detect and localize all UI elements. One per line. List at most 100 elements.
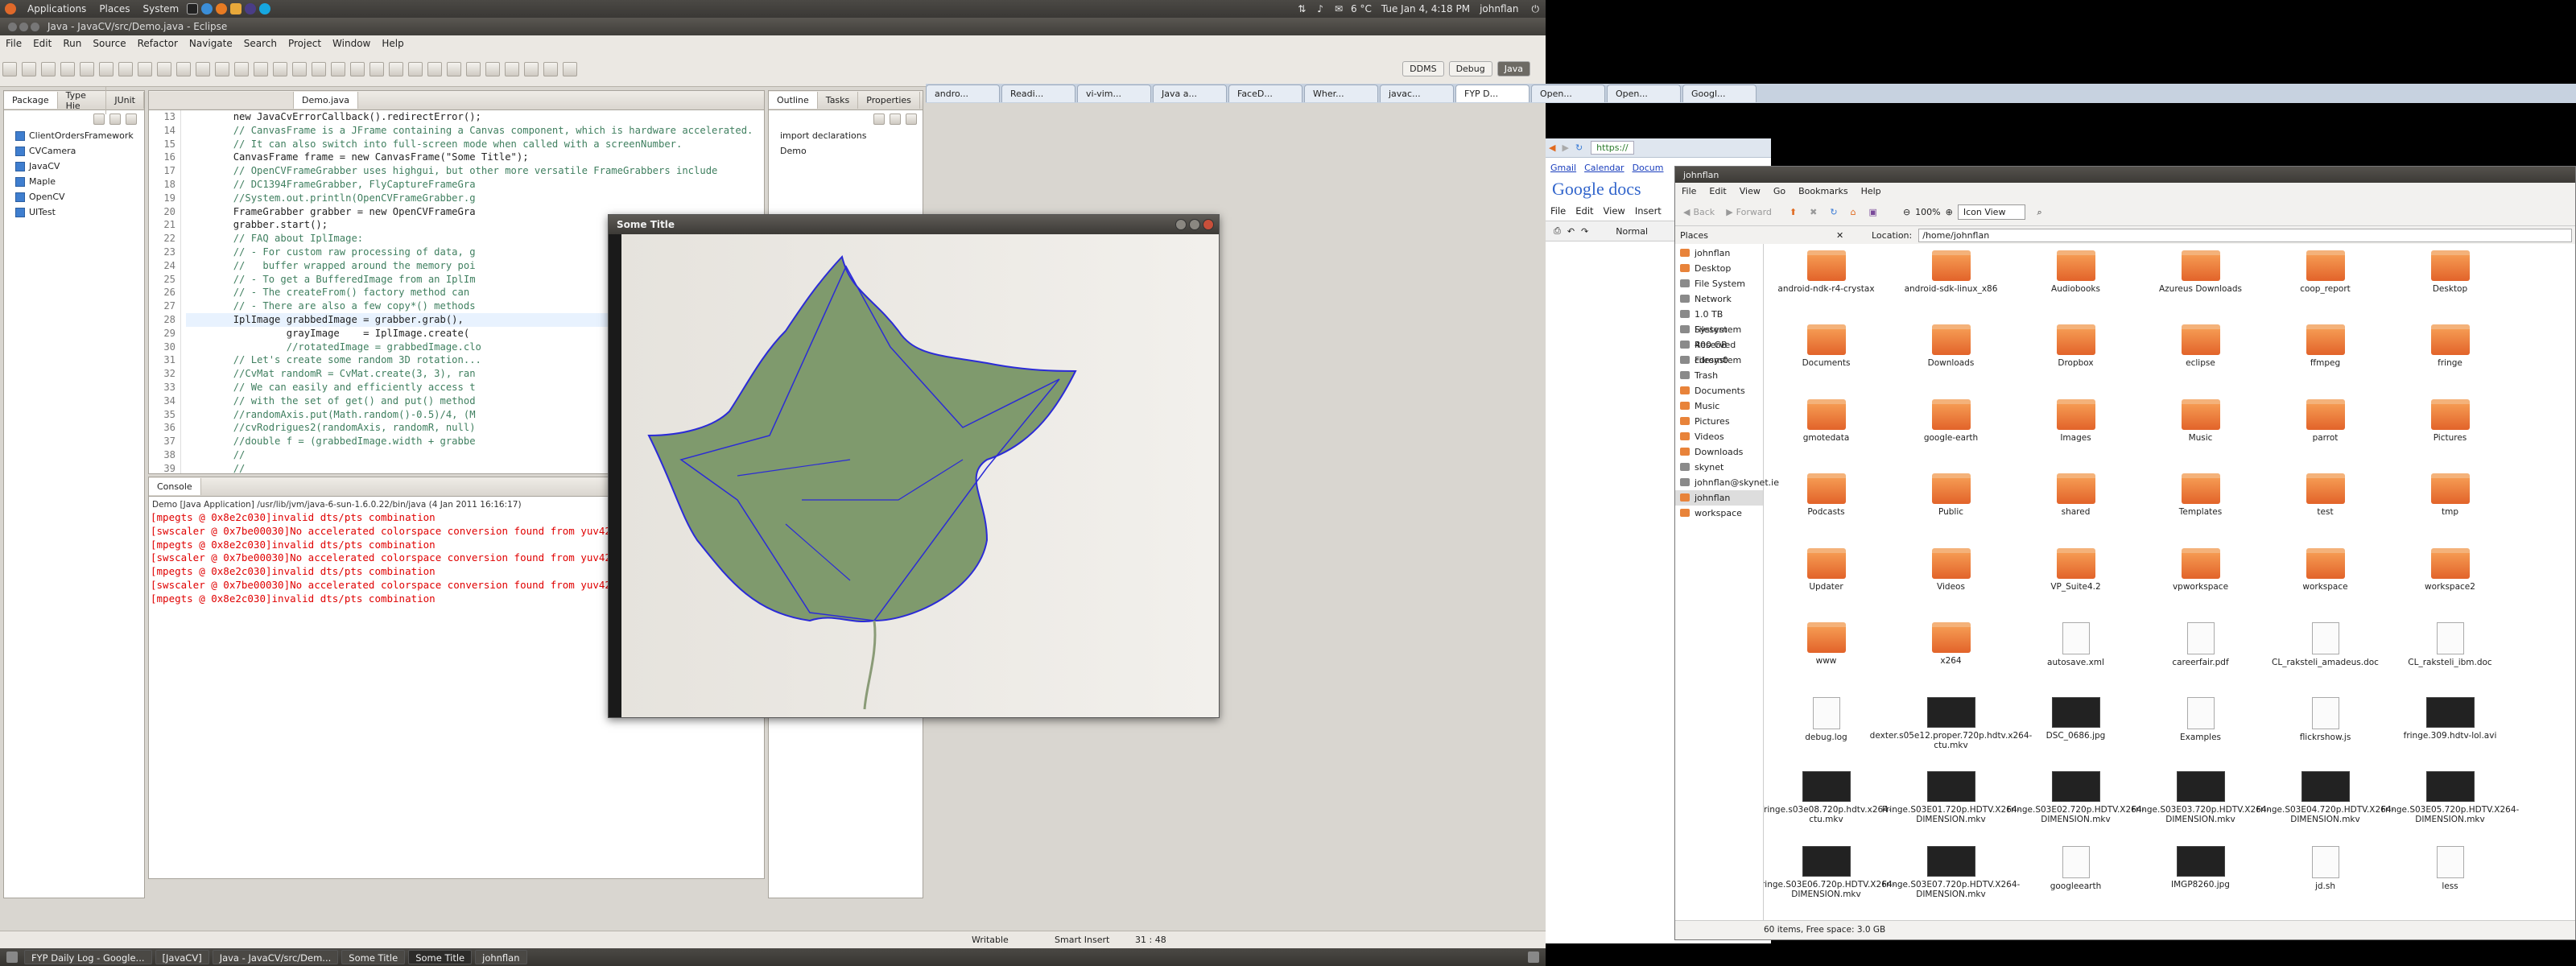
docs-menu-insert[interactable]: Insert [1635,205,1662,217]
tab-tasks[interactable]: Tasks [818,92,859,109]
back-arrow-icon[interactable]: ◀ [1549,142,1555,153]
chrome-tab-faced[interactable]: FaceD... [1228,85,1302,102]
sort-icon[interactable] [873,114,885,125]
minimize-icon[interactable] [19,22,28,31]
tab-outline[interactable]: Outline [769,92,818,109]
menu-edit[interactable]: Edit [33,38,52,49]
place-johnflan[interactable]: johnflan [1675,246,1763,261]
folder-icon[interactable] [230,3,242,14]
zoom-in-icon[interactable]: ⊕ [1946,207,1953,217]
file-item[interactable]: jd.sh [2263,845,2388,905]
view-mode-select[interactable]: Icon View [1957,204,2026,220]
place-trash[interactable]: Trash [1675,368,1763,383]
file-item[interactable]: Templates [2138,473,2263,532]
file-item[interactable]: Dropbox [2013,324,2138,383]
place-music[interactable]: Music [1675,398,1763,414]
place-documents[interactable]: Documents [1675,383,1763,398]
menu-help[interactable]: Help [1861,186,1881,196]
menu-system[interactable]: System [142,3,179,14]
forward-button[interactable]: Forward [1736,207,1772,217]
tree-item-cvcamera[interactable]: CVCamera [4,143,144,159]
place-system-reserved[interactable]: System Reserved [1675,322,1763,350]
toolbar-button[interactable] [196,61,210,76]
file-item[interactable]: Fringe.S03E02.720p.HDTV.X264-DIMENSION.m… [2007,771,2145,830]
file-item[interactable]: IMGP8260.jpg [2138,845,2263,905]
minimize-icon[interactable] [1175,219,1187,230]
file-item[interactable]: Videos [1889,547,2013,607]
toolbar-button[interactable] [157,61,171,76]
file-item[interactable]: Images [2013,398,2138,458]
chrome-tab-open[interactable]: Open... [1607,85,1681,102]
chrome-tab-open[interactable]: Open... [1531,85,1605,102]
forward-arrow-icon[interactable]: ▶ [1562,142,1568,153]
terminal-icon[interactable] [187,3,199,14]
menu-go[interactable]: Go [1773,186,1785,196]
toolbar-button[interactable] [254,61,268,76]
hide-static-icon[interactable] [906,114,917,125]
docs-menu-edit[interactable]: Edit [1575,205,1593,217]
toolbar-button[interactable] [80,61,94,76]
toolbar-button[interactable] [563,61,577,76]
outline-item-import-declarations[interactable]: import declarations [769,128,923,143]
toolbar-button[interactable] [505,61,519,76]
toolbar-button[interactable] [312,61,326,76]
toolbar-button[interactable] [215,61,229,76]
taskbar-item-some-title[interactable]: Some Title [408,950,473,964]
menu-navigate[interactable]: Navigate [189,38,233,49]
volume-icon[interactable]: ♪ [1317,3,1323,14]
place-johnflan-skynet-ie[interactable]: johnflan@skynet.ie [1675,475,1779,490]
tree-item-clientordersframework[interactable]: ClientOrdersFramework [4,128,144,143]
tab-type-hie[interactable]: Type Hie [58,86,107,114]
file-item[interactable]: Updater [1764,547,1889,607]
place-file-system[interactable]: File System [1675,276,1763,291]
file-item[interactable]: Pictures [2388,398,2512,458]
up-icon[interactable]: ⬆ [1790,207,1797,217]
toolbar-button[interactable] [118,61,133,76]
google-link-calendar[interactable]: Calendar [1584,163,1624,173]
place-workspace[interactable]: workspace [1675,506,1763,521]
toolbar-button[interactable] [41,61,56,76]
chrome-tab-googl[interactable]: Googl... [1682,85,1757,102]
docs-menu-view[interactable]: View [1604,205,1625,217]
chrome-tab-wher[interactable]: Wher... [1304,85,1378,102]
google-link-docum[interactable]: Docum [1633,163,1664,173]
undo-icon[interactable]: ↶ [1567,226,1575,237]
tab-package[interactable]: Package [4,92,58,109]
file-item[interactable]: google-earth [1889,398,2013,458]
file-item[interactable]: autosave.xml [2013,622,2138,681]
menu-run[interactable]: Run [63,38,81,49]
chrome-tab-java-a[interactable]: Java a... [1153,85,1227,102]
taskbar-item-johnflan[interactable]: johnflan [475,950,527,964]
chrome-tab-fyp-d[interactable]: FYP D... [1455,85,1530,102]
home-icon[interactable]: ⌂ [1851,207,1856,217]
eclipse-icon[interactable] [245,3,257,14]
toolbar-button[interactable] [60,61,75,76]
tree-item-maple[interactable]: Maple [4,174,144,189]
network-icon[interactable]: ⇅ [1298,3,1306,14]
toolbar-button[interactable] [524,61,539,76]
reload-icon[interactable]: ↻ [1830,207,1837,217]
file-item[interactable]: shared [2013,473,2138,532]
back-arrow-icon[interactable]: ◀ [1683,207,1690,217]
file-item[interactable]: Audiobooks [2013,250,2138,309]
file-item[interactable]: Public [1889,473,2013,532]
redo-icon[interactable]: ↷ [1581,226,1588,237]
search-icon[interactable]: ⌕ [2037,207,2041,218]
forward-arrow-icon[interactable]: ▶ [1726,207,1732,217]
menu-places[interactable]: Places [99,3,130,14]
menu-project[interactable]: Project [288,38,321,49]
file-item[interactable]: android-ndk-r4-crystax [1764,250,1889,309]
toolbar-button[interactable] [369,61,384,76]
maximize-icon[interactable] [1189,219,1200,230]
file-item[interactable]: coop_report [2263,250,2388,309]
mail-icon[interactable]: ✉ [1335,3,1343,14]
file-item[interactable]: Fringe.S03E07.720p.HDTV.X264-DIMENSION.m… [1882,845,2020,905]
style-select[interactable]: Normal [1616,226,1648,237]
hide-fields-icon[interactable] [890,114,901,125]
file-item[interactable]: workspace2 [2388,547,2512,607]
toolbar-button[interactable] [427,61,442,76]
tab-junit[interactable]: JUnit [106,92,144,109]
computer-icon[interactable]: ▣ [1869,207,1877,217]
menu-edit[interactable]: Edit [1709,186,1726,196]
toolbar-button[interactable] [331,61,345,76]
